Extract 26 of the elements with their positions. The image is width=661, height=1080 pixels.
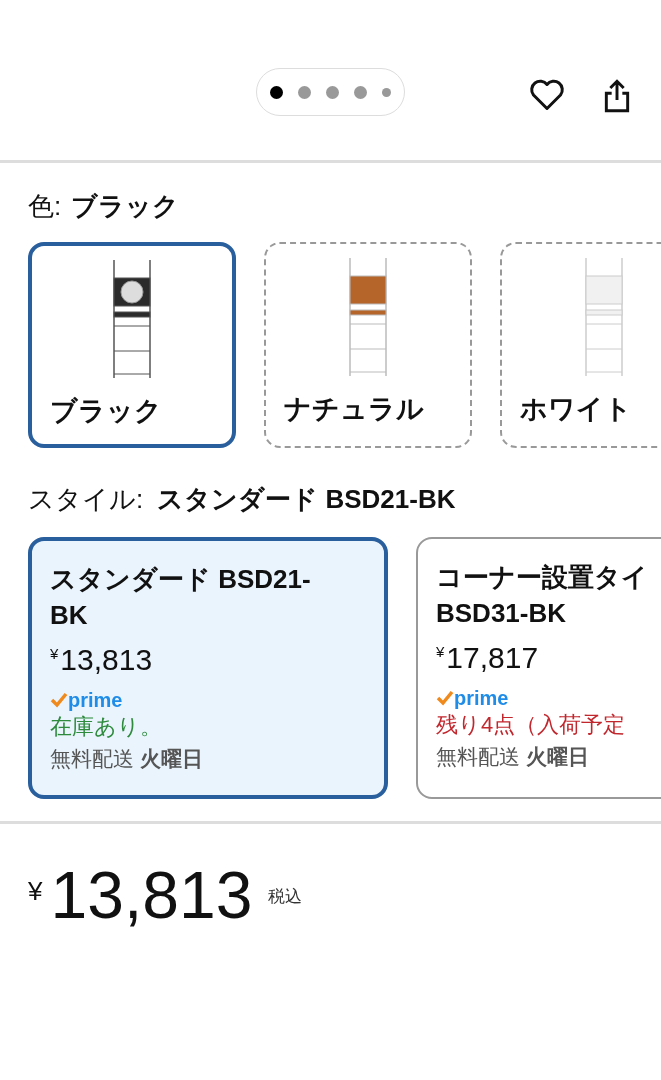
selected-style: スタンダード BSD21-BK [157,483,456,516]
color-option-label: ブラック [49,395,162,428]
prime-label: prime [454,688,509,708]
color-option-label: ホワイト [519,393,632,426]
delivery-text: 無料配送 火曜日 [50,746,204,772]
style-option-price: ¥13,813 [50,642,154,678]
style-label: スタイル: [28,483,144,516]
availability-text: 残り4点（入荷予定 [436,711,627,739]
check-icon [436,690,454,706]
color-option-label: ナチュラル [283,393,424,426]
style-option-card[interactable]: コーナー設置タイ BSD31-BK ¥17,817 prime 残り4点（入荷予定 無料配送 火曜日 [416,537,661,799]
selected-color: ブラック [71,190,180,223]
color-label: 色: [28,190,62,223]
color-option[interactable]: ナチュラル [264,242,472,448]
style-option-card[interactable]: スタンダード BSD21-BK ¥13,813 prime 在庫あり。 無料配送 火曜日 [28,537,388,799]
style-option-price: ¥17,817 [436,640,540,676]
availability-text: 在庫あり。 [50,713,163,741]
style-option-name: コーナー設置タイ BSD31-BK [436,561,649,630]
color-option[interactable]: ブラック [28,242,236,448]
color-option[interactable]: ホワイト [500,242,661,448]
check-icon [50,692,68,708]
delivery-text: 無料配送 火曜日 [436,744,590,770]
prime-label: prime [68,690,123,710]
style-option-name: スタンダード BSD21-BK [50,563,312,632]
product-price: ¥13,813 税込 [27,857,304,928]
heart-icon[interactable] [529,78,565,112]
